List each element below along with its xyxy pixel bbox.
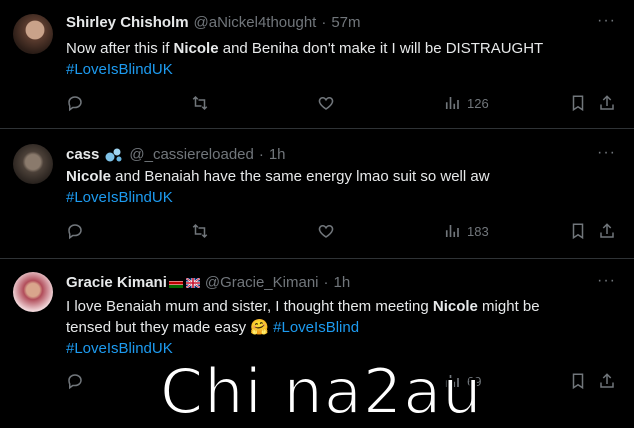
views-icon — [445, 225, 459, 237]
highlighted-term: Nicole — [432, 298, 478, 315]
views-icon — [445, 97, 459, 109]
reply-button[interactable] — [66, 372, 84, 390]
share-icon — [600, 373, 614, 388]
views-button[interactable]: 126 — [443, 94, 489, 112]
author-name[interactable]: cass — [66, 146, 99, 163]
separator: · — [321, 14, 327, 31]
text-segment: might be — [477, 298, 540, 315]
share-button[interactable] — [598, 372, 616, 390]
views-count: 183 — [467, 223, 489, 239]
hug-emoji: 🤗 — [250, 319, 269, 336]
like-icon — [318, 96, 334, 110]
hashtag-link[interactable]: #LoveIsBlindUK — [66, 61, 173, 78]
author-name[interactable]: Gracie Kimani — [66, 274, 167, 291]
views-count: 126 — [467, 95, 489, 111]
retweet-button[interactable] — [191, 222, 209, 240]
avatar[interactable] — [13, 144, 53, 184]
bookmark-button[interactable] — [569, 372, 587, 390]
tweet[interactable]: cass @_cassiereloaded · 1h ··· Nicole an… — [0, 128, 634, 259]
tweet-text: I love Benaiah mum and sister, I thought… — [66, 296, 611, 359]
hashtag-link[interactable]: #LoveIsBlindUK — [66, 340, 173, 357]
like-button[interactable] — [317, 222, 335, 240]
bubbles-icon — [104, 147, 124, 163]
avatar[interactable] — [13, 14, 53, 54]
reply-button[interactable] — [66, 94, 84, 112]
text-segment: Now after this if — [66, 40, 174, 57]
retweet-icon — [192, 223, 208, 239]
text-segment: and Beniha don't make it I will be DISTR… — [218, 40, 544, 57]
avatar[interactable] — [13, 272, 53, 312]
bookmark-icon — [572, 373, 584, 390]
author-name[interactable]: Shirley Chisholm — [66, 14, 189, 31]
bookmark-icon — [572, 223, 584, 240]
retweet-icon — [192, 95, 208, 111]
tweet-text: Nicole and Benaiah have the same energy … — [66, 166, 611, 208]
bookmark-button[interactable] — [569, 94, 587, 112]
share-icon — [600, 223, 614, 238]
tweet-text: Now after this if Nicole and Beniha don'… — [66, 38, 611, 80]
action-bar: 126 — [66, 94, 626, 116]
highlighted-term: Nicole — [66, 168, 112, 185]
action-bar: 183 — [66, 222, 626, 244]
like-button[interactable] — [317, 94, 335, 112]
hashtag-link[interactable]: #LoveIsBlind — [273, 319, 359, 336]
like-icon — [318, 224, 334, 238]
highlighted-term: Nicole — [173, 40, 219, 57]
uk-flag-icon — [185, 277, 200, 288]
views-button[interactable]: 183 — [443, 222, 489, 240]
separator: · — [323, 274, 329, 291]
text-segment: tensed but they made easy — [66, 319, 251, 336]
more-icon[interactable]: ··· — [597, 272, 616, 290]
text-segment: and Benaiah have the same energy lmao su… — [111, 168, 490, 185]
share-icon — [600, 95, 614, 110]
more-icon[interactable]: ··· — [597, 12, 616, 30]
share-button[interactable] — [598, 94, 616, 112]
reply-icon — [68, 374, 82, 390]
bookmark-icon — [572, 95, 584, 112]
timestamp[interactable]: 57m — [331, 14, 360, 31]
reply-icon — [68, 224, 82, 240]
reply-button[interactable] — [66, 222, 84, 240]
hashtag-link[interactable]: #LoveIsBlindUK — [66, 189, 173, 206]
author-handle[interactable]: @_cassiereloaded — [129, 146, 253, 163]
author-handle[interactable]: @aNickel4thought — [194, 14, 317, 31]
timestamp[interactable]: 1h — [269, 146, 286, 163]
more-icon[interactable]: ··· — [597, 144, 616, 162]
kenya-flag-icon — [168, 277, 183, 288]
watermark: Chi na2au — [159, 354, 483, 428]
tweet[interactable]: Shirley Chisholm @aNickel4thought · 57m … — [0, 0, 634, 129]
author-handle[interactable]: @Gracie_Kimani — [205, 274, 319, 291]
text-segment: I love Benaiah mum and sister, I thought… — [66, 298, 433, 315]
share-button[interactable] — [598, 222, 616, 240]
reply-icon — [68, 96, 82, 112]
bookmark-button[interactable] — [569, 222, 587, 240]
timestamp[interactable]: 1h — [334, 274, 351, 291]
retweet-button[interactable] — [191, 94, 209, 112]
separator: · — [258, 146, 264, 163]
